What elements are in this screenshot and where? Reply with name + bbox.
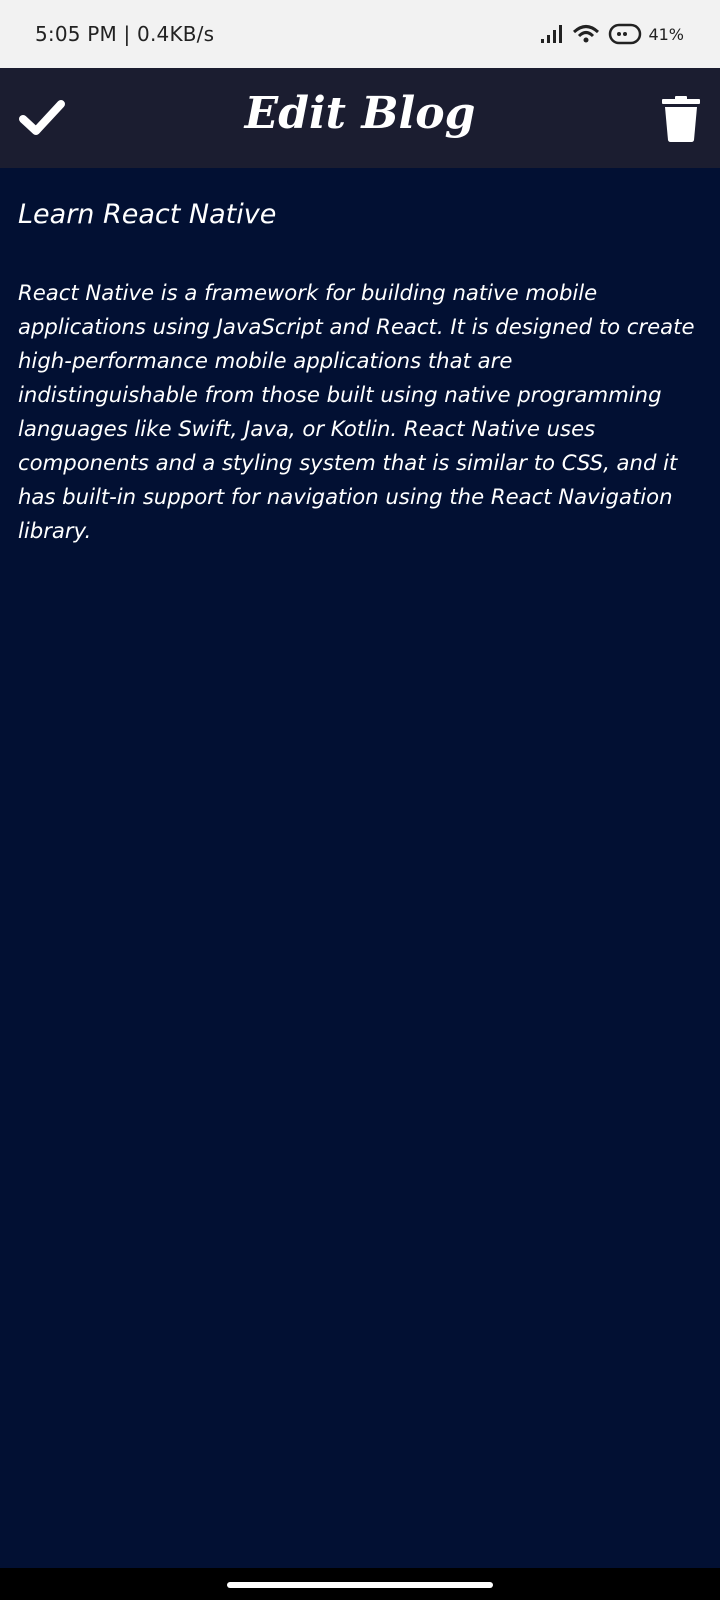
- wifi-icon: [573, 25, 600, 43]
- battery-icon: [609, 23, 642, 45]
- delete-button[interactable]: [656, 92, 706, 146]
- status-icons: 41%: [540, 23, 684, 45]
- app-header: Edit Blog: [0, 68, 720, 168]
- system-nav-bar: [0, 1568, 720, 1600]
- status-bar: 5:05 PM | 0.4KB/s 41%: [0, 0, 720, 68]
- status-time: 5:05 PM | 0.4KB/s: [35, 22, 215, 46]
- battery-percentage: 41%: [648, 24, 684, 44]
- home-indicator[interactable]: [227, 1582, 493, 1588]
- blog-title-input[interactable]: Learn React Native: [18, 198, 698, 232]
- signal-icon: [541, 25, 563, 43]
- trash-icon: [662, 96, 700, 142]
- blog-editor: Learn React Native React Native is a fra…: [0, 168, 720, 1568]
- blog-content-input[interactable]: React Native is a framework for building…: [18, 276, 698, 696]
- page-title: Edit Blog: [244, 88, 476, 139]
